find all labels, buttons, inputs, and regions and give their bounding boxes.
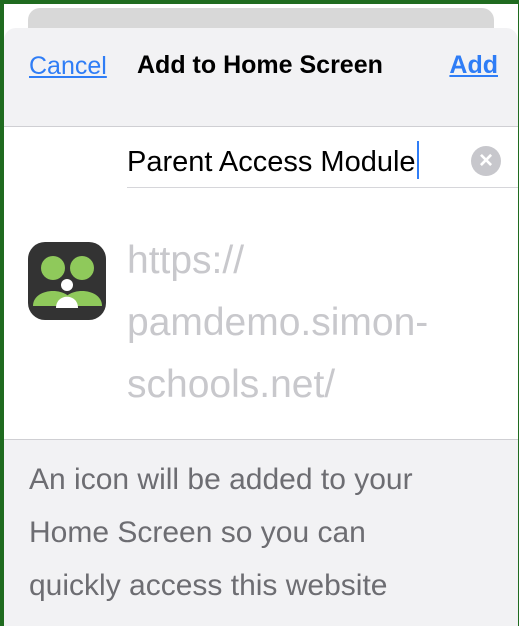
footer-line: Home Screen so you can (29, 516, 366, 549)
clear-circle-icon[interactable]: × (471, 146, 501, 176)
navigation-bar: Cancel Add to Home Screen Add (4, 28, 518, 127)
sheet-title: Add to Home Screen (137, 51, 383, 79)
bookmark-details: Parent Access Module × https:// pamdemo.… (4, 127, 518, 439)
footer-line: An icon will be added to your (29, 463, 413, 496)
parents-and-child-icon (33, 256, 102, 308)
name-field-row[interactable]: Parent Access Module × (127, 127, 518, 188)
cancel-button[interactable]: Cancel (29, 52, 107, 81)
footer-text: An icon will be added to your Home Scree… (29, 453, 499, 612)
add-button[interactable]: Add (449, 51, 498, 80)
footer-line: quickly access this website (29, 569, 388, 602)
add-to-home-screen-sheet: Cancel Add to Home Screen Add Parent Acc… (4, 4, 518, 626)
footer-description: An icon will be added to your Home Scree… (4, 439, 518, 626)
name-input-text: Parent Access Module (127, 146, 416, 178)
url-line: https:// (127, 239, 245, 282)
text-caret (416, 141, 419, 179)
url-line: schools.net/ (127, 363, 336, 406)
name-input[interactable]: Parent Access Module (127, 141, 419, 179)
parent-access-module-app-icon (28, 242, 106, 320)
url-line: pamdemo.simon- (127, 301, 429, 344)
website-url: https:// pamdemo.simon- schools.net/ (127, 230, 507, 416)
